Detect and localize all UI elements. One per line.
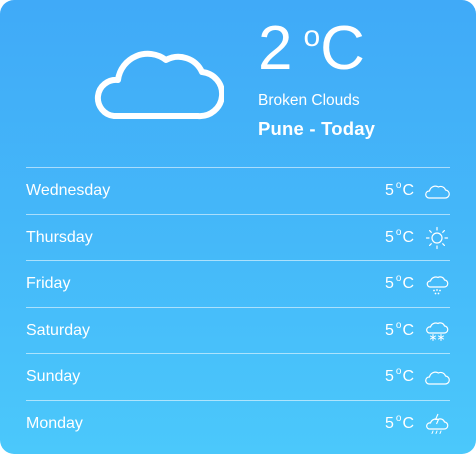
temperature-unit: C (320, 14, 365, 83)
forecast-temperature: 5 o C (384, 412, 414, 433)
forecast-temp-unit: C (402, 414, 414, 432)
degree-symbol: o (395, 319, 402, 331)
thunder-cloud-icon (426, 413, 449, 434)
forecast-temp-unit: C (402, 275, 414, 292)
forecast-row: Thursday 5 o C (26, 213, 450, 261)
forecast-day: Thursday (26, 228, 93, 246)
snow-cloud-icon (426, 321, 449, 341)
current-temperature: 2 o C (258, 18, 365, 90)
forecast-day: Saturday (26, 321, 91, 339)
degree-symbol: o (395, 226, 402, 238)
forecast-temp-unit: C (402, 182, 414, 199)
forecast-row: Wednesday 5 o C (26, 167, 450, 214)
degree-symbol: o (395, 412, 402, 424)
cloud-icon (425, 185, 450, 199)
forecast-day: Sunday (26, 368, 81, 385)
weather-card: 2 o C Broken Clouds Pune - Today Wednesd… (0, 0, 476, 454)
forecast-temp-value: 5 (384, 275, 394, 292)
forecast-temp-unit: C (402, 321, 414, 339)
forecast-day: Friday (26, 275, 71, 292)
forecast-temperature: 5 o C (384, 226, 414, 247)
degree-symbol: o (395, 366, 402, 377)
forecast-row: Friday 5 o C (26, 260, 450, 307)
weather-condition: Broken Clouds (258, 92, 360, 109)
degree-symbol: o (303, 20, 321, 53)
temperature-value: 2 (258, 14, 294, 83)
location-title: Pune - Today (258, 118, 376, 139)
degree-symbol: o (395, 273, 402, 284)
cloud-icon (425, 371, 450, 385)
forecast-temp-value: 5 (384, 368, 394, 385)
forecast-row: Saturday 5 o C (26, 306, 450, 354)
forecast-row: Sunday 5 o C (26, 353, 450, 400)
forecast-temperature: 5 o C (384, 319, 414, 340)
forecast-list: Wednesday 5 o C Thursday 5 o C Friday 5 … (26, 167, 450, 446)
degree-symbol: o (395, 180, 402, 191)
forecast-temp-unit: C (402, 228, 414, 246)
sun-icon (425, 226, 449, 249)
forecast-day: Wednesday (26, 182, 111, 199)
rain-cloud-icon (426, 276, 449, 295)
forecast-temp-value: 5 (384, 414, 394, 432)
forecast-temp-value: 5 (384, 321, 394, 339)
forecast-day: Monday (26, 414, 83, 432)
forecast-temp-unit: C (402, 368, 414, 385)
cloud-icon (94, 50, 224, 120)
forecast-temperature: 5 o C (384, 180, 414, 200)
forecast-row: Monday 5 o C (26, 399, 450, 447)
forecast-temperature: 5 o C (384, 273, 414, 293)
forecast-temp-value: 5 (384, 182, 394, 199)
forecast-temperature: 5 o C (384, 366, 414, 386)
forecast-temp-value: 5 (384, 228, 394, 246)
